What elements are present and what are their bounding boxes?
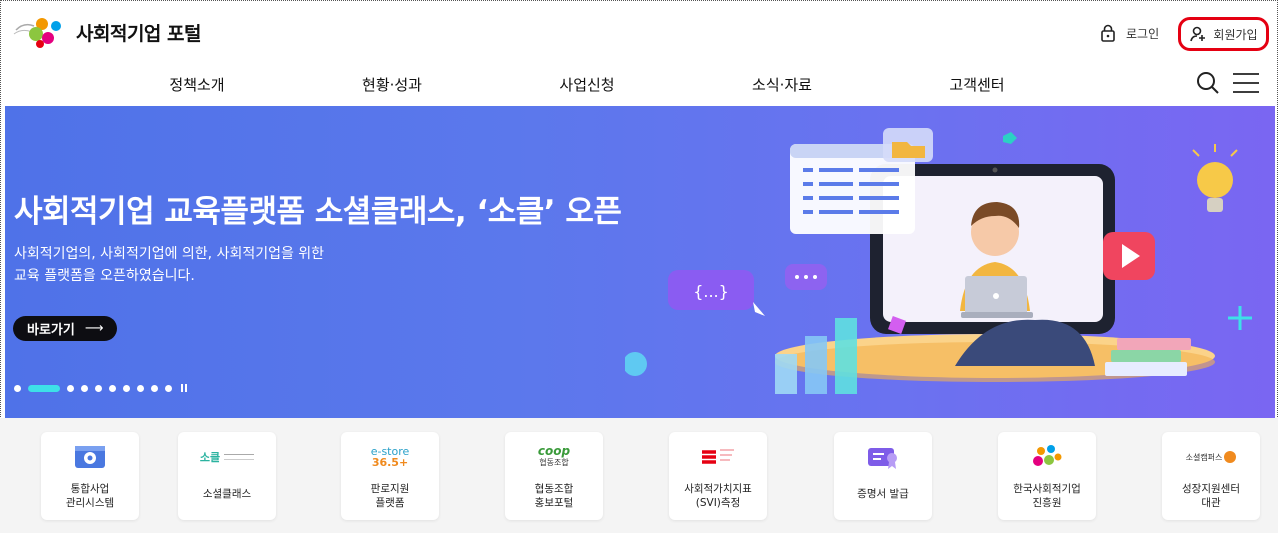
banner-illustration: {...} bbox=[625, 128, 1252, 394]
coop-logo: coop 협동조합 bbox=[537, 444, 571, 468]
estore-logo: e-store 36.5+ bbox=[371, 446, 410, 468]
slide-dot[interactable] bbox=[14, 384, 21, 392]
menu-icon[interactable] bbox=[1232, 72, 1260, 94]
slide-dot[interactable] bbox=[67, 384, 74, 392]
signup-button[interactable]: 회원가입 bbox=[1178, 17, 1269, 51]
coop-logo-subtext: 협동조합 bbox=[539, 458, 569, 467]
campus-logo: 소셜캠퍼스 bbox=[1186, 451, 1237, 463]
banner-go-button[interactable]: 바로가기 ⟶ bbox=[13, 316, 118, 341]
quick-link-label: 플랫폼 bbox=[375, 497, 405, 509]
banner-desc-line-2: 교육 플랫폼을 오픈하였습니다. bbox=[14, 268, 195, 284]
person-add-icon bbox=[1190, 26, 1206, 42]
quick-link-integrated-system[interactable]: 통합사업 관리시스템 bbox=[41, 432, 139, 520]
slide-dot-active[interactable] bbox=[28, 384, 60, 392]
quick-link-label: 증명서 발급 bbox=[857, 488, 909, 500]
lock-icon bbox=[1101, 24, 1115, 42]
login-label: 로그인 bbox=[1126, 26, 1160, 41]
gear-monitor-icon bbox=[75, 446, 105, 468]
quick-link-growth-center[interactable]: 소셜캠퍼스 성장지원센터 대관 bbox=[1162, 432, 1260, 520]
signup-label: 회원가입 bbox=[1213, 27, 1258, 42]
quick-link-coop-portal[interactable]: coop 협동조합 협동조합 홍보포털 bbox=[505, 432, 603, 520]
quick-link-label: 대관 bbox=[1201, 497, 1221, 509]
slide-indicator bbox=[14, 384, 189, 392]
quick-link-label: 통합사업 bbox=[70, 483, 110, 495]
arrow-right-icon: ⟶ bbox=[84, 321, 104, 336]
pause-icon[interactable] bbox=[181, 384, 189, 392]
slide-dot[interactable] bbox=[95, 384, 102, 392]
site-logo[interactable]: 사회적기업 포털 bbox=[12, 14, 201, 50]
certificate-icon bbox=[868, 448, 897, 469]
main-banner[interactable]: 사회적기업 교육플랫폼 소셜클래스, ‘소클’ 오픈 사회적기업의, 사회적기업… bbox=[5, 106, 1275, 418]
quick-link-label: (SVI)측정 bbox=[695, 497, 741, 509]
quick-links: 통합사업 관리시스템 소클 소셜클래스 e-store 36.5+ 판로지원 플… bbox=[0, 418, 1278, 533]
nav-item-news[interactable]: 소식·자료 bbox=[752, 74, 812, 95]
campus-logo-text: 소셜캠퍼스 bbox=[1185, 452, 1223, 462]
quick-link-label: 홍보포털 bbox=[534, 497, 574, 509]
quick-link-social-class[interactable]: 소클 소셜클래스 bbox=[178, 432, 276, 520]
quick-link-label: 한국사회적기업 bbox=[1013, 483, 1081, 495]
estore-logo-number: 36.5+ bbox=[371, 456, 409, 469]
svi-logo bbox=[702, 449, 734, 464]
quick-link-certificate[interactable]: 증명서 발급 bbox=[834, 432, 932, 520]
quick-link-label: 협동조합 bbox=[534, 483, 574, 495]
top-bar: 사회적기업 포털 로그인 회원가입 bbox=[0, 0, 1278, 64]
slide-dot[interactable] bbox=[81, 384, 88, 392]
main-nav: 정책소개 현황·성과 사업신청 소식·자료 고객센터 bbox=[0, 64, 1278, 106]
nav-item-policy[interactable]: 정책소개 bbox=[169, 74, 224, 95]
slide-dot[interactable] bbox=[151, 384, 158, 392]
logo-emblem-icon bbox=[13, 18, 61, 48]
quick-link-label: 관리시스템 bbox=[65, 497, 115, 509]
logo-title: 사회적기업 포털 bbox=[76, 22, 201, 45]
search-icon[interactable] bbox=[1195, 70, 1221, 96]
banner-desc-line-1: 사회적기업의, 사회적기업에 의한, 사회적기업을 위한 bbox=[14, 246, 325, 262]
kosea-logo bbox=[1033, 445, 1062, 466]
quick-link-sales-platform[interactable]: e-store 36.5+ 판로지원 플랫폼 bbox=[341, 432, 439, 520]
slide-dot[interactable] bbox=[109, 384, 116, 392]
code-bubble-text: {...} bbox=[693, 282, 729, 301]
soclass-logo-text: 소클 bbox=[199, 451, 221, 464]
quick-link-label: 판로지원 bbox=[370, 483, 410, 495]
coop-logo-text: coop bbox=[537, 444, 571, 458]
slide-dot[interactable] bbox=[123, 384, 130, 392]
quick-link-label: 성장지원센터 bbox=[1182, 483, 1240, 495]
quick-link-label: 진흥원 bbox=[1032, 497, 1062, 509]
quick-link-label: 사회적가치지표 bbox=[684, 483, 752, 495]
nav-item-status[interactable]: 현황·성과 bbox=[362, 74, 422, 95]
slide-dot[interactable] bbox=[165, 384, 172, 392]
banner-title: 사회적기업 교육플랫폼 소셜클래스, ‘소클’ 오픈 bbox=[14, 194, 622, 230]
slide-dot[interactable] bbox=[137, 384, 144, 392]
login-link[interactable]: 로그인 bbox=[1100, 24, 1159, 42]
quick-link-svi[interactable]: 사회적가치지표 (SVI)측정 bbox=[669, 432, 767, 520]
nav-item-apply[interactable]: 사업신청 bbox=[559, 74, 614, 95]
quick-link-kosea[interactable]: 한국사회적기업 진흥원 bbox=[998, 432, 1096, 520]
banner-go-label: 바로가기 bbox=[27, 323, 75, 338]
nav-item-support[interactable]: 고객센터 bbox=[949, 74, 1004, 95]
banner-description: 사회적기업의, 사회적기업에 의한, 사회적기업을 위한 교육 플랫폼을 오픈하… bbox=[14, 243, 434, 287]
soclass-logo: 소클 bbox=[199, 449, 255, 465]
quick-link-label: 소셜클래스 bbox=[202, 488, 252, 500]
